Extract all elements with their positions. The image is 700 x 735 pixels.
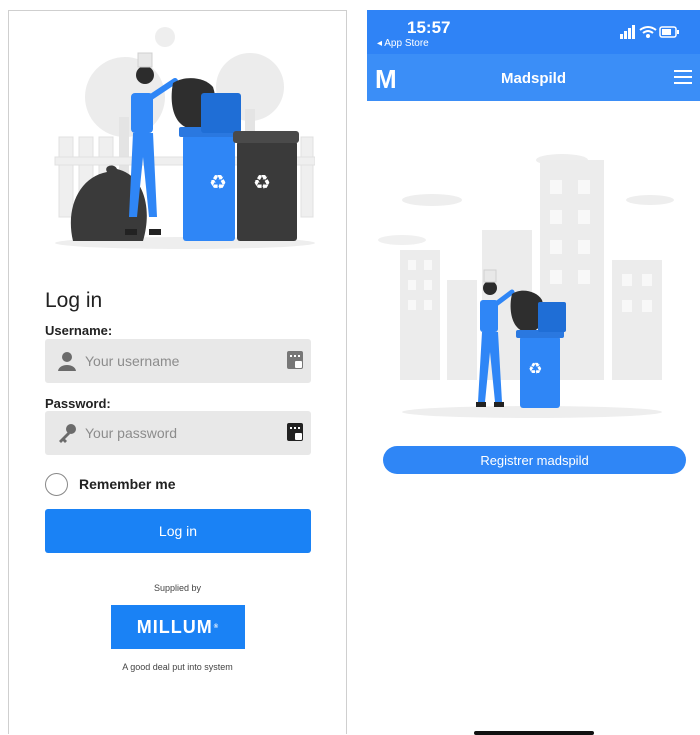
username-label: Username: bbox=[45, 323, 113, 338]
signal-icon bbox=[620, 25, 635, 39]
app-navbar: M Madspild bbox=[367, 54, 700, 101]
login-title: Log in bbox=[45, 289, 103, 312]
hamburger-menu-icon[interactable] bbox=[674, 70, 692, 84]
back-to-app-store[interactable]: ◂ App Store bbox=[377, 38, 429, 49]
city-waste-illustration: ♻ bbox=[378, 154, 674, 418]
remember-me-label: Remember me bbox=[79, 476, 176, 492]
key-icon bbox=[59, 424, 76, 443]
password-field[interactable]: Your password bbox=[45, 411, 311, 455]
keypad-icon[interactable] bbox=[287, 423, 303, 441]
svg-text:♻: ♻ bbox=[253, 170, 271, 194]
login-button[interactable]: Log in bbox=[45, 509, 311, 553]
status-bar: 15:57 ◂ App Store bbox=[367, 10, 700, 54]
home-indicator bbox=[474, 731, 594, 735]
username-field[interactable]: Your username bbox=[45, 339, 311, 383]
user-icon bbox=[58, 352, 76, 371]
password-placeholder: Your password bbox=[85, 425, 178, 441]
remember-me-checkbox[interactable] bbox=[45, 473, 68, 496]
username-placeholder: Your username bbox=[85, 353, 180, 369]
svg-text:♻: ♻ bbox=[528, 359, 542, 378]
register-food-waste-button[interactable]: Registrer madspild bbox=[383, 446, 686, 474]
waste-illustration: ♻ ♻ bbox=[54, 27, 315, 249]
millum-logo: MILLUM ® bbox=[111, 605, 245, 649]
phone-screen: 15:57 ◂ App Store M Madspild ♻ Registrer… bbox=[367, 10, 700, 735]
tagline: A good deal put into system bbox=[122, 662, 233, 672]
supplied-by-text: Supplied by bbox=[153, 583, 202, 593]
wifi-icon bbox=[639, 26, 657, 34]
password-label: Password: bbox=[45, 396, 111, 411]
login-panel: ♻ ♻ Log in Username: Your username Passw… bbox=[8, 10, 347, 734]
clock: 15:57 bbox=[407, 18, 451, 37]
brand-name: MILLUM bbox=[136, 616, 213, 637]
keypad-icon[interactable] bbox=[287, 351, 303, 369]
app-title: Madspild bbox=[500, 70, 566, 87]
battery-icon bbox=[659, 26, 679, 38]
recycle-icon: ♻ bbox=[209, 170, 227, 194]
status-icons bbox=[620, 25, 679, 39]
